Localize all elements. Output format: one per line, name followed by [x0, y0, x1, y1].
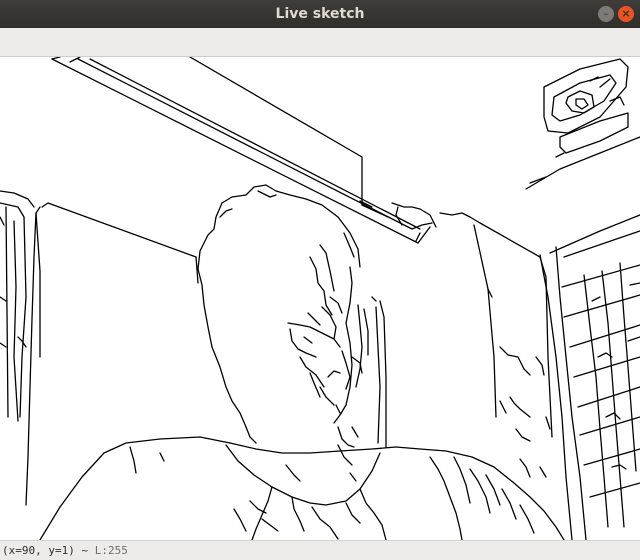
status-bar: (x=90, y=1) ~ L:255	[0, 540, 640, 560]
edge-sketch-image	[0, 57, 640, 540]
toolbar	[0, 28, 640, 57]
minimize-button[interactable]: –	[598, 6, 614, 22]
close-icon: ×	[621, 7, 631, 20]
status-pixel-value: L:255	[94, 544, 128, 557]
title-bar: Live sketch – ×	[0, 0, 640, 28]
sketch-image-view[interactable]	[0, 57, 640, 540]
status-coordinates: (x=90, y=1) ~	[2, 544, 89, 557]
minimize-icon: –	[603, 7, 609, 20]
close-button[interactable]: ×	[618, 6, 634, 22]
window-title: Live sketch	[275, 6, 365, 22]
